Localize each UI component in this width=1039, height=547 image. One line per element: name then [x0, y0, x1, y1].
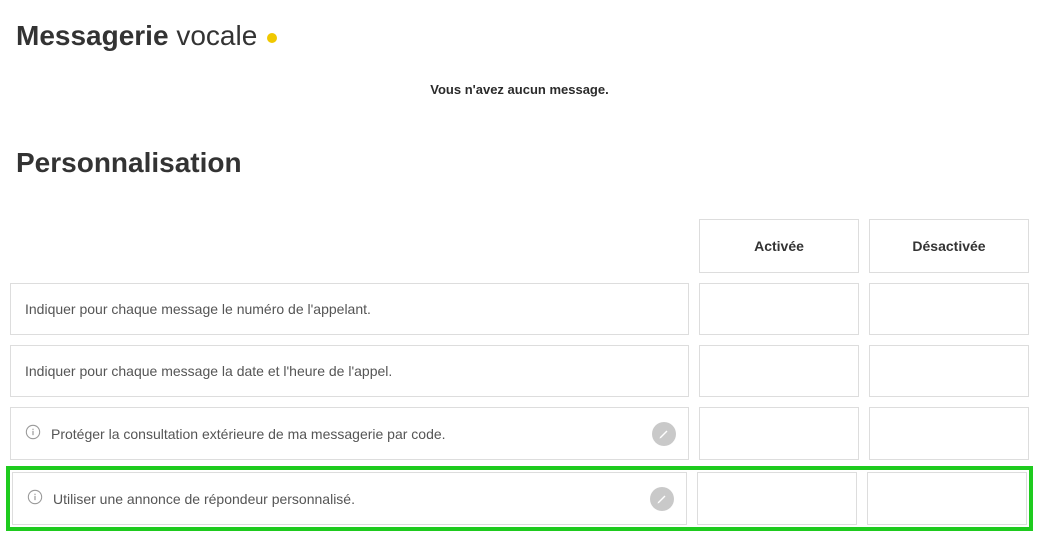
cross-icon — [940, 362, 958, 380]
setting-row-label: Protéger la consultation extérieure de m… — [10, 407, 689, 460]
setting-row-label: Indiquer pour chaque message le numéro d… — [10, 283, 689, 335]
cross-icon — [940, 425, 958, 443]
check-icon — [768, 423, 790, 445]
info-icon[interactable] — [25, 424, 41, 443]
setting-label-text: Utiliser une annonce de répondeur person… — [53, 491, 355, 507]
activated-toggle[interactable] — [699, 345, 859, 397]
info-icon[interactable] — [27, 489, 43, 508]
pencil-icon — [656, 493, 668, 505]
setting-label-text: Indiquer pour chaque message le numéro d… — [25, 301, 371, 317]
cross-icon — [940, 300, 958, 318]
deactivated-toggle[interactable] — [869, 407, 1029, 460]
title-light: vocale — [176, 20, 257, 51]
deactivated-toggle[interactable] — [869, 283, 1029, 335]
check-icon — [768, 298, 790, 320]
highlighted-row: Utiliser une annonce de répondeur person… — [6, 466, 1033, 531]
col-header-activated: Activée — [699, 219, 859, 273]
section-title: Personnalisation — [16, 147, 1029, 179]
empty-message: Vous n'avez aucun message. — [10, 82, 1029, 97]
check-icon — [766, 488, 788, 510]
col-header-deactivated: Désactivée — [869, 219, 1029, 273]
deactivated-toggle[interactable] — [867, 472, 1027, 525]
setting-label-text: Indiquer pour chaque message la date et … — [25, 363, 392, 379]
settings-table: Activée Désactivée Indiquer pour chaque … — [10, 219, 1029, 527]
header-spacer — [10, 219, 689, 273]
title-dot-icon — [267, 33, 277, 43]
deactivated-toggle[interactable] — [869, 345, 1029, 397]
pencil-icon — [658, 428, 670, 440]
setting-row-label: Indiquer pour chaque message la date et … — [10, 345, 689, 397]
activated-toggle[interactable] — [697, 472, 857, 525]
setting-label-text: Protéger la consultation extérieure de m… — [51, 426, 446, 442]
page-title: Messagerie vocale — [16, 20, 1029, 52]
edit-button[interactable] — [650, 487, 674, 511]
cross-icon — [938, 490, 956, 508]
setting-row-label: Utiliser une annonce de répondeur person… — [12, 472, 687, 525]
check-icon — [768, 360, 790, 382]
activated-toggle[interactable] — [699, 283, 859, 335]
edit-button[interactable] — [652, 422, 676, 446]
activated-toggle[interactable] — [699, 407, 859, 460]
title-bold: Messagerie — [16, 20, 169, 51]
